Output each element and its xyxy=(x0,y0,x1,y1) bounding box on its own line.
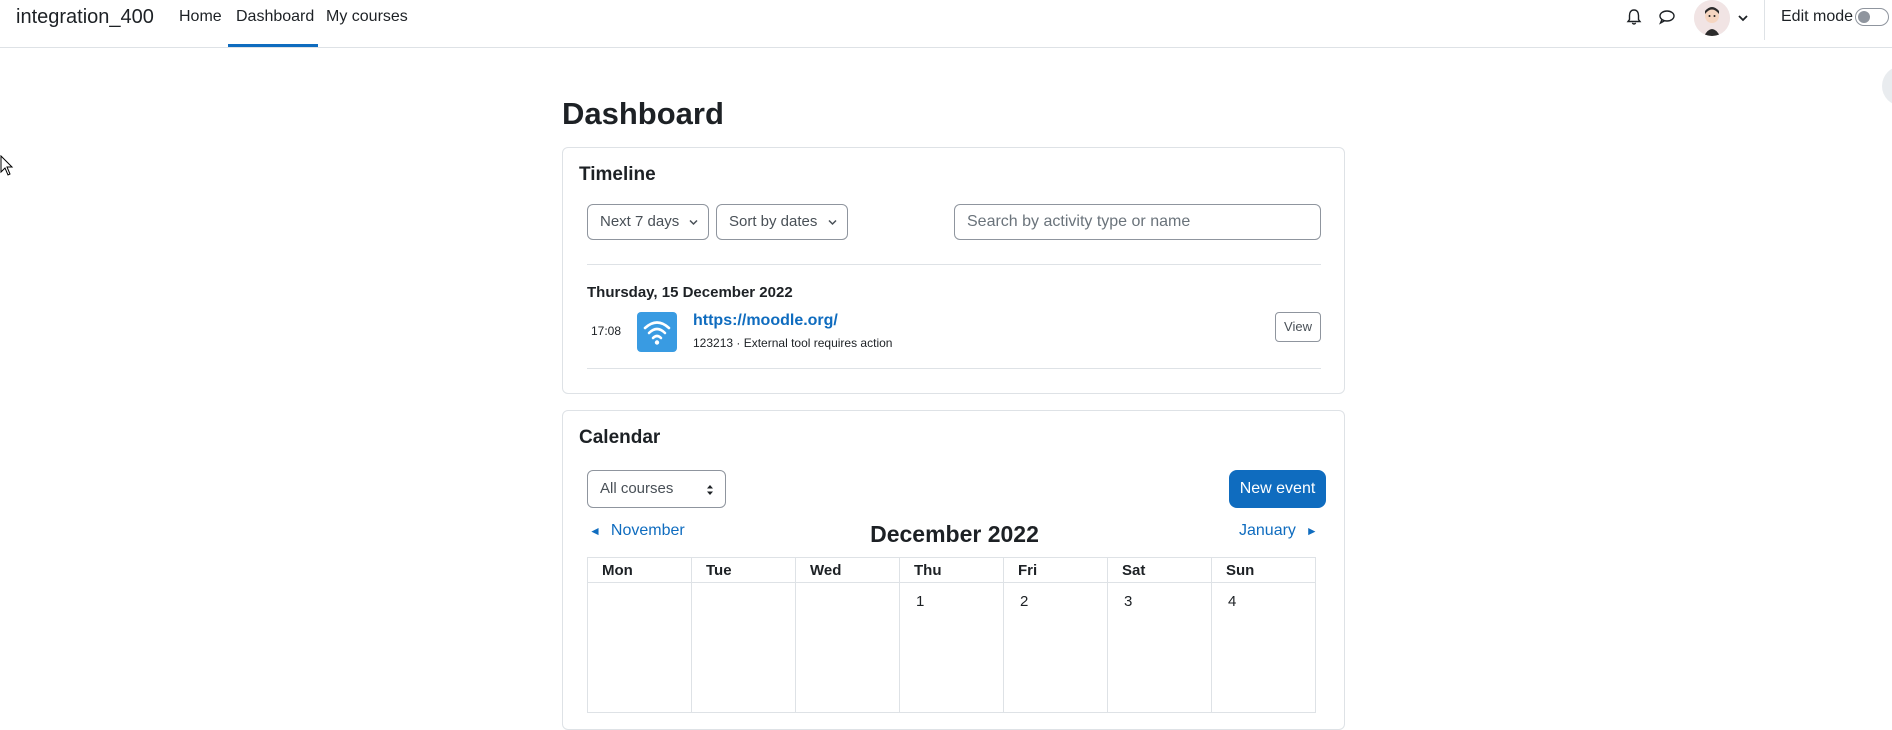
event-detail: 123213 · External tool requires action xyxy=(693,336,893,350)
weekday-header: Tue xyxy=(691,557,796,583)
toggle-knob xyxy=(1858,11,1870,23)
calendar-day-cell[interactable]: 4 xyxy=(1211,582,1316,713)
block-drawer-toggle[interactable] xyxy=(1882,66,1892,106)
user-avatar-image xyxy=(1694,0,1730,36)
edit-mode-toggle[interactable] xyxy=(1855,8,1889,26)
timeline-filter-label: Next 7 days xyxy=(600,213,680,230)
weekday-header: Thu xyxy=(899,557,1004,583)
edit-mode-label: Edit mode xyxy=(1781,8,1854,25)
timeline-sort-label: Sort by dates xyxy=(729,213,818,230)
calendar-month-title: December 2022 xyxy=(870,521,1039,547)
timeline-block: Timeline Next 7 days Sort by dates Thurs… xyxy=(562,147,1345,394)
course-filter-select[interactable]: All courses xyxy=(587,470,726,508)
nav-link-home[interactable]: Home xyxy=(179,8,222,47)
weekday-header-row: Mon Tue Wed Thu Fri Sat Sun xyxy=(587,557,1316,583)
chevron-down-icon xyxy=(689,219,698,226)
site-name[interactable]: integration_400 xyxy=(16,6,154,29)
timeline-search-input[interactable] xyxy=(954,204,1321,240)
weekday-header: Fri xyxy=(1003,557,1108,583)
chat-icon[interactable] xyxy=(1657,7,1677,27)
timeline-title: Timeline xyxy=(579,164,656,185)
calendar-day-cell[interactable] xyxy=(587,582,692,713)
new-event-button[interactable]: New event xyxy=(1229,470,1326,508)
next-month-label: January xyxy=(1239,522,1296,539)
next-month-link[interactable]: January ► xyxy=(1239,522,1318,540)
chevron-down-icon[interactable] xyxy=(1738,14,1748,22)
event-icon-tile xyxy=(637,312,677,352)
calendar-title: Calendar xyxy=(579,427,661,448)
nav-link-my-courses[interactable]: My courses xyxy=(326,8,408,47)
bell-icon[interactable] xyxy=(1624,7,1644,27)
weekday-header: Sat xyxy=(1107,557,1212,583)
chevron-down-icon xyxy=(828,219,837,226)
timeline-divider-top xyxy=(587,264,1321,265)
timeline-sort-dropdown[interactable]: Sort by dates xyxy=(716,204,848,240)
calendar-block: Calendar All courses New event ◄ November… xyxy=(562,410,1345,730)
page-title: Dashboard xyxy=(562,96,724,131)
timeline-divider-bottom xyxy=(587,368,1321,369)
timeline-date-heading: Thursday, 15 December 2022 xyxy=(587,284,793,301)
timeline-filter-dropdown[interactable]: Next 7 days xyxy=(587,204,709,240)
calendar-grid: Mon Tue Wed Thu Fri Sat Sun 1 2 3 4 xyxy=(587,557,1316,713)
user-avatar[interactable] xyxy=(1694,0,1730,36)
calendar-week-row: 1 2 3 4 xyxy=(587,582,1316,713)
top-navbar: integration_400 Home Dashboard My course… xyxy=(0,0,1892,48)
weekday-header: Wed xyxy=(795,557,900,583)
select-arrows-icon xyxy=(707,485,713,495)
course-filter-label: All courses xyxy=(600,480,674,497)
nav-link-dashboard[interactable]: Dashboard xyxy=(228,8,318,47)
weekday-header: Mon xyxy=(587,557,692,583)
calendar-day-cell[interactable]: 2 xyxy=(1003,582,1108,713)
weekday-header: Sun xyxy=(1211,557,1316,583)
calendar-day-cell[interactable]: 1 xyxy=(899,582,1004,713)
mouse-cursor-icon xyxy=(0,155,14,176)
event-view-button[interactable]: View xyxy=(1275,312,1321,342)
navbar-divider xyxy=(1764,0,1765,40)
event-link[interactable]: https://moodle.org/ xyxy=(693,312,838,330)
wifi-icon xyxy=(643,321,671,345)
event-time: 17:08 xyxy=(591,324,622,338)
calendar-day-cell[interactable] xyxy=(795,582,900,713)
calendar-day-cell[interactable]: 3 xyxy=(1107,582,1212,713)
calendar-day-cell[interactable] xyxy=(691,582,796,713)
arrow-right-icon: ► xyxy=(1305,524,1318,538)
